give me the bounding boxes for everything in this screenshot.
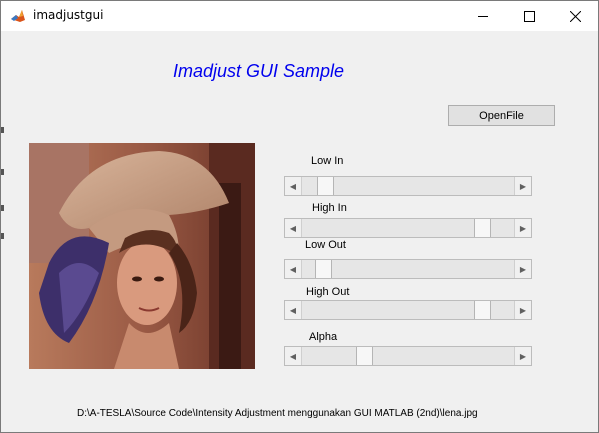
low-out-slider[interactable]: ◀ ▶ — [284, 259, 532, 279]
close-icon — [569, 10, 581, 22]
slider-thumb[interactable] — [474, 219, 492, 237]
high-in-label: High In — [309, 202, 350, 214]
maximize-button[interactable] — [506, 1, 552, 31]
slider-thumb[interactable] — [314, 260, 332, 278]
edge-mark — [1, 233, 4, 239]
slider-right-arrow-icon[interactable]: ▶ — [514, 347, 531, 365]
openfile-button[interactable]: OpenFile — [448, 105, 555, 126]
slider-left-arrow-icon[interactable]: ◀ — [285, 347, 302, 365]
alpha-label: Alpha — [306, 331, 341, 343]
low-in-label: Low In — [308, 155, 347, 167]
low-out-label: Low Out — [302, 239, 364, 251]
slider-right-arrow-icon[interactable]: ▶ — [514, 260, 531, 278]
minimize-button[interactable] — [460, 1, 506, 31]
low-in-slider[interactable]: ◀ ▶ — [284, 176, 532, 196]
high-out-slider[interactable]: ◀ ▶ — [284, 300, 532, 320]
slider-right-arrow-icon[interactable]: ▶ — [514, 177, 531, 195]
minimize-icon — [477, 15, 488, 17]
edge-mark — [1, 169, 4, 175]
slider-left-arrow-icon[interactable]: ◀ — [285, 177, 302, 195]
slider-thumb[interactable] — [474, 301, 492, 319]
gui-title: Imadjust GUI Sample — [173, 61, 345, 81]
file-path-text: D:\A-TESLA\Source Code\Intensity Adjustm… — [77, 408, 478, 419]
high-in-slider[interactable]: ◀ ▶ — [284, 218, 532, 238]
slider-right-arrow-icon[interactable]: ▶ — [514, 301, 531, 319]
window-title: imadjustgui — [33, 8, 104, 22]
slider-thumb[interactable] — [316, 177, 334, 195]
slider-left-arrow-icon[interactable]: ◀ — [285, 219, 302, 237]
high-out-label: High Out — [303, 286, 353, 298]
slider-thumb[interactable] — [356, 347, 374, 365]
maximize-icon — [523, 10, 535, 22]
slider-left-arrow-icon[interactable]: ◀ — [285, 301, 302, 319]
edge-mark — [1, 127, 4, 133]
image-preview — [29, 143, 255, 369]
matlab-icon — [10, 8, 26, 24]
edge-mark — [1, 205, 4, 211]
alpha-slider[interactable]: ◀ ▶ — [284, 346, 532, 366]
app-window: imadjustgui Imadjust GUI Sample OpenFile — [0, 0, 599, 433]
title-bar[interactable]: imadjustgui — [1, 1, 598, 31]
slider-right-arrow-icon[interactable]: ▶ — [514, 219, 531, 237]
slider-left-arrow-icon[interactable]: ◀ — [285, 260, 302, 278]
close-button[interactable] — [552, 1, 598, 31]
